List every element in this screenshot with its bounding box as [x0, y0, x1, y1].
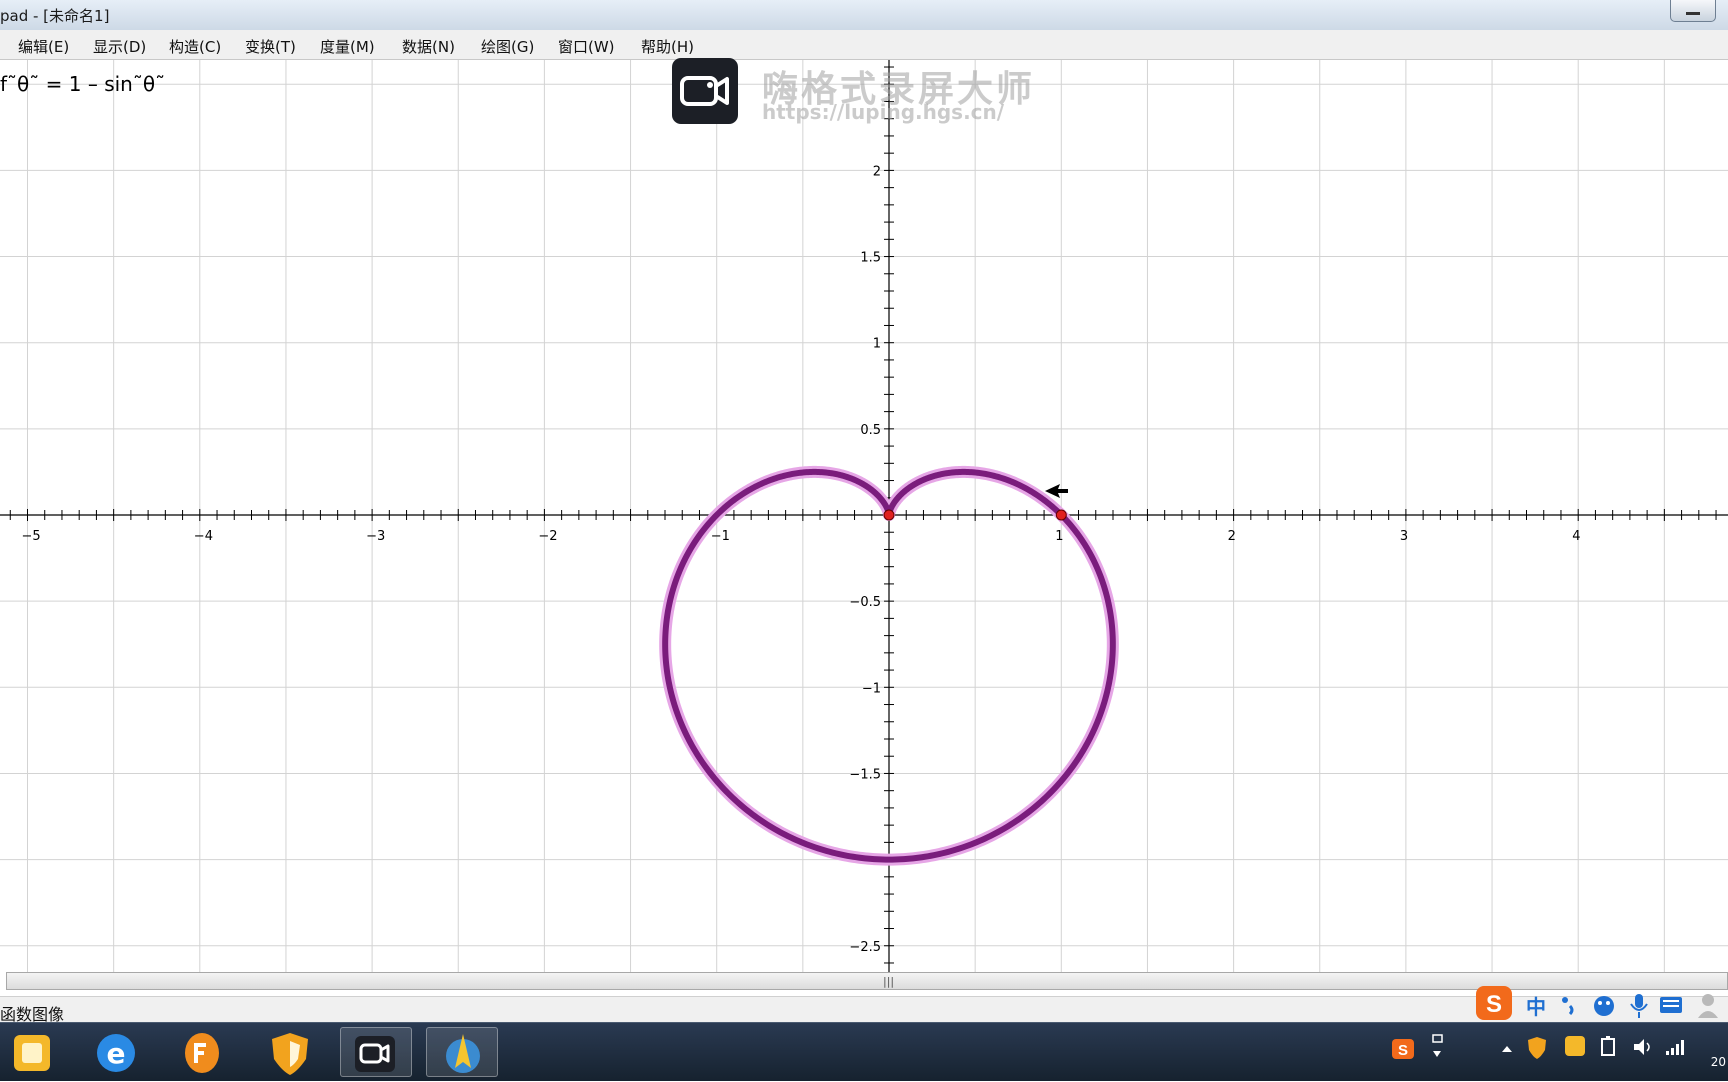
- y-tick-label: 2: [873, 164, 881, 179]
- title-bar: pad - [未命名1]: [0, 0, 1728, 31]
- x-tick-label: 4: [1572, 529, 1580, 544]
- watermark-url: https://luping.hgs.cn/: [762, 100, 1005, 124]
- y-tick-label: 1.5: [860, 251, 881, 266]
- x-tick-label: 3: [1400, 529, 1408, 544]
- video-camera-icon: [672, 58, 738, 124]
- ie-browser-icon[interactable]: e: [80, 1027, 152, 1077]
- power-tray-icon[interactable]: [1598, 1035, 1620, 1063]
- x-tick-label: −3: [366, 529, 385, 544]
- curve-point[interactable]: [1055, 509, 1067, 521]
- x-tick-label: −4: [194, 529, 213, 544]
- geometer-sketchpad-taskbar-icon[interactable]: [426, 1027, 498, 1077]
- menu-construct[interactable]: 构造(C): [169, 36, 221, 57]
- menu-bar: 编辑(E) 显示(D) 构造(C) 变换(T) 度量(M) 数据(N) 绘图(G…: [0, 30, 1728, 60]
- user-icon[interactable]: [1698, 994, 1718, 1018]
- axes: [0, 60, 1728, 972]
- x-tick-label: 1: [1055, 529, 1063, 544]
- sketch-canvas[interactable]: −5 −4 −3 −2 −1 1 2 3 4 2 1.5 1 0.5 −0.5 −1 −1.5 −2.5: [0, 60, 1728, 972]
- curve-point[interactable]: [883, 509, 895, 521]
- menu-graph[interactable]: 绘图(G): [481, 36, 534, 57]
- x-tick-label: −1: [711, 529, 730, 544]
- grid-lines: [0, 60, 1728, 972]
- emoji-icon[interactable]: [1594, 996, 1614, 1016]
- fl-studio-icon[interactable]: [166, 1027, 238, 1077]
- security-shield-icon[interactable]: [254, 1027, 326, 1077]
- minimize-button[interactable]: [1670, 0, 1716, 22]
- sogou-tray-icon[interactable]: S: [1390, 1037, 1418, 1065]
- function-label[interactable]: f˜θ˜ = 1 – sin˜θ˜: [0, 72, 165, 96]
- volume-icon[interactable]: [1632, 1037, 1654, 1061]
- restore-tray-icon[interactable]: [1428, 1033, 1446, 1067]
- keyboard-icon[interactable]: [1660, 997, 1682, 1013]
- menu-window[interactable]: 窗口(W): [558, 36, 615, 57]
- network-signal-icon[interactable]: [1664, 1037, 1686, 1061]
- screen-recorder-taskbar-icon[interactable]: [340, 1027, 412, 1077]
- menu-edit[interactable]: 编辑(E): [18, 36, 69, 57]
- menu-display[interactable]: 显示(D): [93, 36, 146, 57]
- y-tick-label: −1: [862, 681, 881, 696]
- ime-toolbar: S 中: [1474, 984, 1728, 1024]
- taskbar: e S 20: [0, 1022, 1728, 1081]
- menu-help[interactable]: 帮助(H): [641, 36, 694, 57]
- scroll-grip-icon[interactable]: |||: [883, 975, 894, 988]
- y-tick-label: 0.5: [860, 423, 881, 438]
- taskbar-app-icon[interactable]: [0, 1027, 72, 1077]
- x-tick-label: −2: [538, 529, 557, 544]
- app-tray-icon[interactable]: [1564, 1035, 1586, 1063]
- y-tick-label: −0.5: [849, 595, 881, 610]
- menu-transform[interactable]: 变换(T): [245, 36, 296, 57]
- clock[interactable]: 20: [1711, 1055, 1726, 1069]
- coordinate-graph[interactable]: −5 −4 −3 −2 −1 1 2 3 4 2 1.5 1 0.5 −0.5 −1 −1.5 −2.5: [0, 60, 1728, 972]
- x-tick-label: 2: [1228, 529, 1236, 544]
- status-bar: 函数图像: [0, 996, 1728, 1024]
- punctuation-icon[interactable]: [1562, 997, 1574, 1016]
- sogou-logo-icon[interactable]: S: [1476, 986, 1512, 1020]
- y-tick-label: −1.5: [849, 767, 881, 782]
- show-hidden-icons-icon[interactable]: [1500, 1041, 1514, 1060]
- window-title: pad - [未命名1]: [0, 7, 110, 25]
- x-tick-label: −5: [22, 529, 41, 544]
- svg-text:S: S: [1398, 1042, 1408, 1059]
- screen-recorder-watermark: 嗨格式录屏大师 https://luping.hgs.cn/: [672, 58, 1052, 126]
- microphone-icon[interactable]: [1630, 994, 1648, 1018]
- y-tick-label: −2.5: [849, 940, 881, 955]
- svg-text:S: S: [1486, 991, 1502, 1018]
- shield-tray-icon[interactable]: [1526, 1035, 1548, 1065]
- menu-data[interactable]: 数据(N): [402, 36, 455, 57]
- svg-text:e: e: [107, 1037, 126, 1070]
- horizontal-scrollbar[interactable]: |||: [6, 972, 1728, 990]
- y-tick-label: 1: [873, 337, 881, 352]
- ime-mode-label[interactable]: 中: [1526, 995, 1546, 1019]
- menu-measure[interactable]: 度量(M): [320, 36, 375, 57]
